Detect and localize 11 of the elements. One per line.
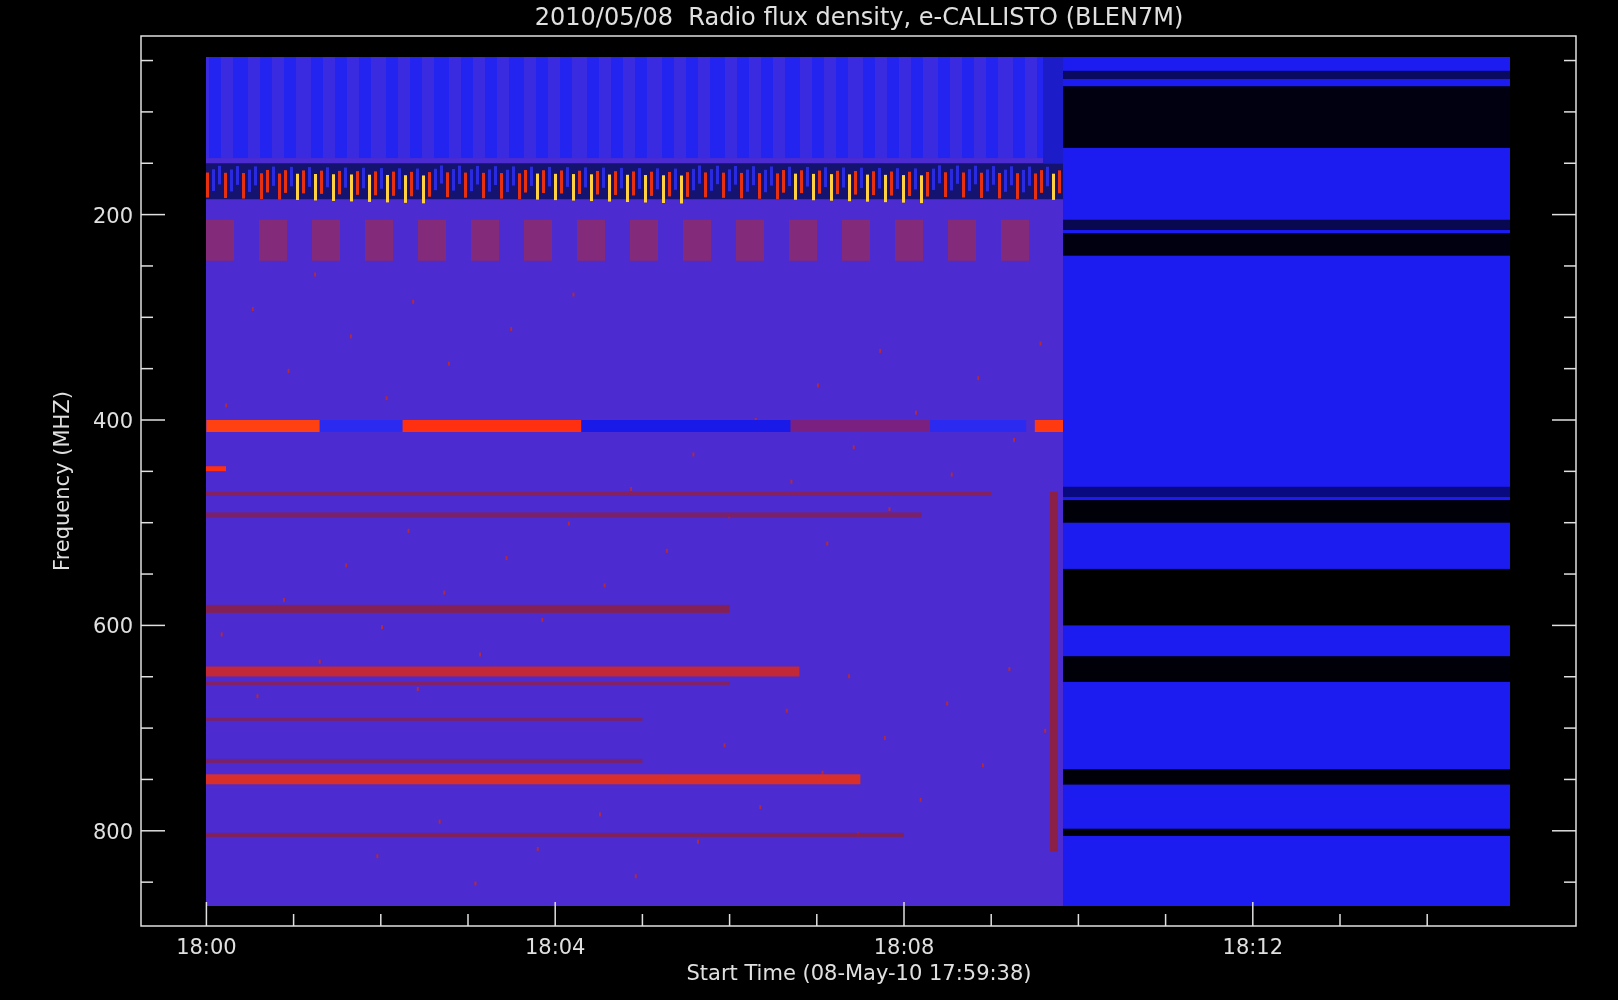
x-tick-label: 18:08 [873, 935, 935, 959]
chart-title: 2010/05/08 Radio flux density, e-CALLISTO (BLEN7M) [534, 3, 1184, 31]
y-tick-label: 200 [92, 203, 133, 228]
y-tick-label: 400 [92, 409, 133, 433]
x-tick-label: 18:04 [524, 935, 586, 959]
x-tick-label: 18:00 [176, 935, 237, 959]
y-tick-label: 800 [92, 819, 133, 844]
x-tick-label: 18:12 [1222, 935, 1284, 959]
y-axis-label: Frequency (MHZ) [50, 391, 74, 571]
x-axis-label: Start Time (08-May-10 17:59:38) [686, 961, 1032, 985]
y-tick-label: 600 [92, 614, 133, 639]
